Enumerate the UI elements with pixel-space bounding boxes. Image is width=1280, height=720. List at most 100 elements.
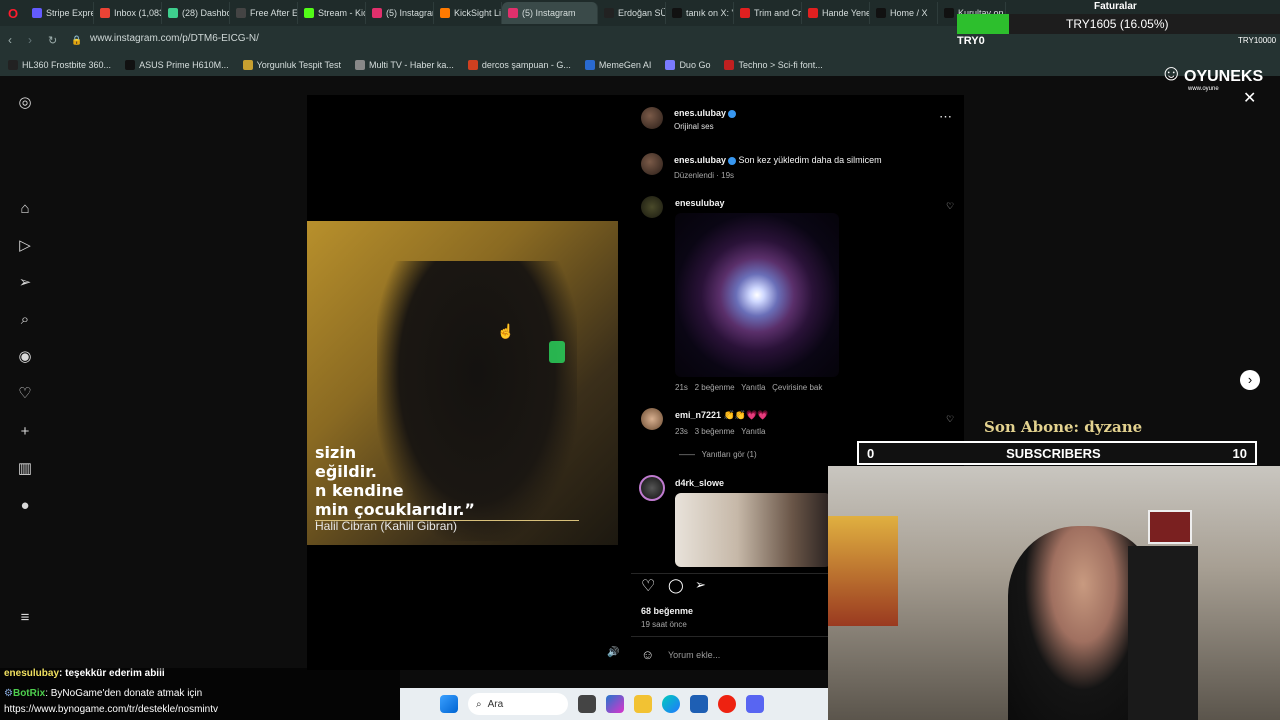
like-comment-icon[interactable]: ♡	[946, 201, 954, 212]
comment-username[interactable]: emi_n7221	[675, 410, 721, 420]
bot-icon: ⚙	[4, 688, 13, 699]
home-icon[interactable]: ⌂	[16, 200, 34, 218]
bookmark-item[interactable]: Multi TV - Haber ka...	[355, 60, 454, 70]
video-frame: sizin eğildir. n kendine min çocuklarıdır.”…	[307, 221, 618, 545]
view-replies-link[interactable]: —— Yanıtları gör (1)	[679, 450, 757, 459]
store-icon[interactable]	[690, 695, 708, 713]
comment-icon[interactable]: ◯	[668, 577, 684, 594]
reload-icon[interactable]: ↻	[48, 34, 57, 47]
browser-tab[interactable]: Erdoğan SÜZ	[598, 2, 666, 24]
comment-username[interactable]: enesulubay	[675, 198, 725, 208]
comment-username[interactable]: d4rk_slowe	[675, 478, 724, 488]
oyuneks-url: www.oyune	[1188, 86, 1219, 92]
browser-tab[interactable]: Home / X	[870, 2, 938, 24]
caption-username[interactable]: enes.ulubay	[674, 155, 726, 165]
browser-tab[interactable]: Inbox (1,083	[94, 2, 162, 24]
browser-tab[interactable]: Hande Yener	[802, 2, 870, 24]
bookmark-item[interactable]: HL360 Frostbite 360...	[8, 60, 111, 70]
task-view-icon[interactable]	[578, 695, 596, 713]
mute-icon[interactable]: 🔊	[607, 647, 619, 658]
chat-text: : teşekkür ederim abiii	[59, 668, 165, 679]
browser-tab[interactable]: KickSight Lin	[434, 2, 502, 24]
subscriber-label: SUBSCRIBERS	[1006, 445, 1101, 461]
notifications-icon[interactable]: ♡	[16, 385, 34, 403]
menu-icon[interactable]: ≡	[16, 609, 34, 627]
next-post-icon[interactable]: ›	[1240, 370, 1260, 390]
like-comment-icon[interactable]: ♡	[946, 414, 954, 425]
comment-avatar[interactable]	[641, 408, 663, 430]
audio-label[interactable]: Orijinal ses	[674, 122, 714, 131]
explore-icon[interactable]: ◉	[16, 348, 34, 366]
author-avatar[interactable]	[641, 107, 663, 129]
chat-message: enesulubay: teşekkür ederim abiii	[4, 668, 165, 679]
start-icon[interactable]	[440, 695, 458, 713]
comment-avatar[interactable]	[639, 475, 665, 501]
profile-icon[interactable]: ●	[16, 497, 34, 515]
translate-link[interactable]: Çevirisine bak	[772, 383, 822, 392]
more-options-icon[interactable]: ⋯	[939, 109, 952, 125]
emoji-icon[interactable]: ☺	[641, 647, 654, 662]
tab-label: tanık on X: "	[686, 8, 734, 18]
opera-icon[interactable]: O	[0, 6, 26, 21]
bookmark-item[interactable]: dercos şampuan - G...	[467, 60, 571, 70]
create-icon[interactable]: +	[16, 423, 34, 441]
tab-label: Home / X	[890, 8, 928, 18]
reel-video[interactable]: sizin eğildir. n kendine min çocuklarıdır.”…	[307, 95, 631, 670]
caption-meta: Düzenlendi · 19s	[674, 171, 735, 180]
taskbar-search[interactable]: ⌕ Ara	[468, 693, 568, 715]
browser-tab[interactable]: Trim and Cro	[734, 2, 802, 24]
subscriber-goal: 10	[1232, 445, 1247, 461]
bookmark-item[interactable]: MemeGen AI	[584, 60, 651, 70]
reply-link[interactable]: Yanıtla	[741, 427, 765, 436]
likes-count[interactable]: 68 beğenme	[641, 606, 693, 616]
donation-goal-fill	[957, 14, 1009, 34]
browser-tab[interactable]: Stream - Kick	[298, 2, 366, 24]
tab-label: (5) Instagram	[522, 8, 576, 18]
tab-label: Erdoğan SÜZ	[618, 8, 665, 18]
like-icon[interactable]: ♡	[641, 576, 655, 596]
browser-tab[interactable]: (5) Instagram	[366, 2, 434, 24]
reels-icon[interactable]: ▷	[16, 237, 34, 255]
browser-tab[interactable]: Stripe Expres	[26, 2, 94, 24]
oyuneks-mascot-icon: ☺	[1160, 60, 1183, 85]
url-field[interactable]: www.instagram.com/p/DTM6-EICG-N/	[90, 33, 259, 44]
browser-tab[interactable]: tanık on X: "	[666, 2, 734, 24]
search-icon[interactable]: ⌕	[16, 311, 34, 329]
messages-icon[interactable]: ➢	[16, 274, 34, 292]
share-icon[interactable]: ➢	[695, 577, 706, 593]
comment-likes[interactable]: 2 beğenme	[695, 383, 735, 392]
dashboard-icon[interactable]: ▥	[16, 460, 34, 478]
forward-icon[interactable]: ›	[28, 33, 32, 47]
video-quote: sizin eğildir. n kendine min çocuklarıdır.”	[315, 443, 475, 519]
author-username[interactable]: enes.ulubay	[674, 108, 737, 118]
bookmark-item[interactable]: Techno > Sci-fi font...	[724, 60, 823, 70]
comment-input[interactable]: Yorum ekle...	[668, 650, 720, 660]
lock-icon: 🔒	[71, 34, 83, 45]
caption-avatar[interactable]	[641, 153, 663, 175]
opera-taskbar-icon[interactable]	[718, 695, 736, 713]
tab-label: Hande Yener	[822, 8, 870, 18]
comment-meta: 21s 2 beğenme Yanıtla Çevirisine bak	[675, 383, 822, 392]
tab-label: Trim and Cro	[754, 8, 802, 18]
copilot-icon[interactable]	[606, 695, 624, 713]
subscriber-goal-bar: 0 SUBSCRIBERS 10	[857, 441, 1257, 465]
instagram-logo-icon[interactable]: ◎	[16, 94, 34, 112]
browser-tab[interactable]: (5) Instagram	[502, 2, 598, 24]
bookmark-item[interactable]: Duo Go	[665, 60, 710, 70]
donation-goal-min: TRY0	[957, 35, 985, 47]
comment-line: emi_n7221 👏👏💗💗	[675, 410, 768, 421]
edge-icon[interactable]	[662, 695, 680, 713]
bookmark-item[interactable]: ASUS Prime H610M...	[125, 60, 229, 70]
back-icon[interactable]: ‹	[8, 33, 12, 47]
comment-avatar[interactable]	[641, 196, 663, 218]
file-explorer-icon[interactable]	[634, 695, 652, 713]
discord-icon[interactable]	[746, 695, 764, 713]
reply-link[interactable]: Yanıtla	[741, 383, 765, 392]
bookmark-favicon-icon	[584, 60, 595, 70]
browser-tab[interactable]: Free After Ef	[230, 2, 298, 24]
browser-tab[interactable]: (28) Dashbo	[162, 2, 230, 24]
comment-text: 👏👏💗💗	[723, 410, 769, 420]
chat-link: https://www.bynogame.com/tr/destekle/nos…	[4, 704, 218, 715]
bookmark-item[interactable]: Yorgunluk Tespit Test	[242, 60, 341, 70]
comment-likes[interactable]: 3 beğenme	[695, 427, 735, 436]
